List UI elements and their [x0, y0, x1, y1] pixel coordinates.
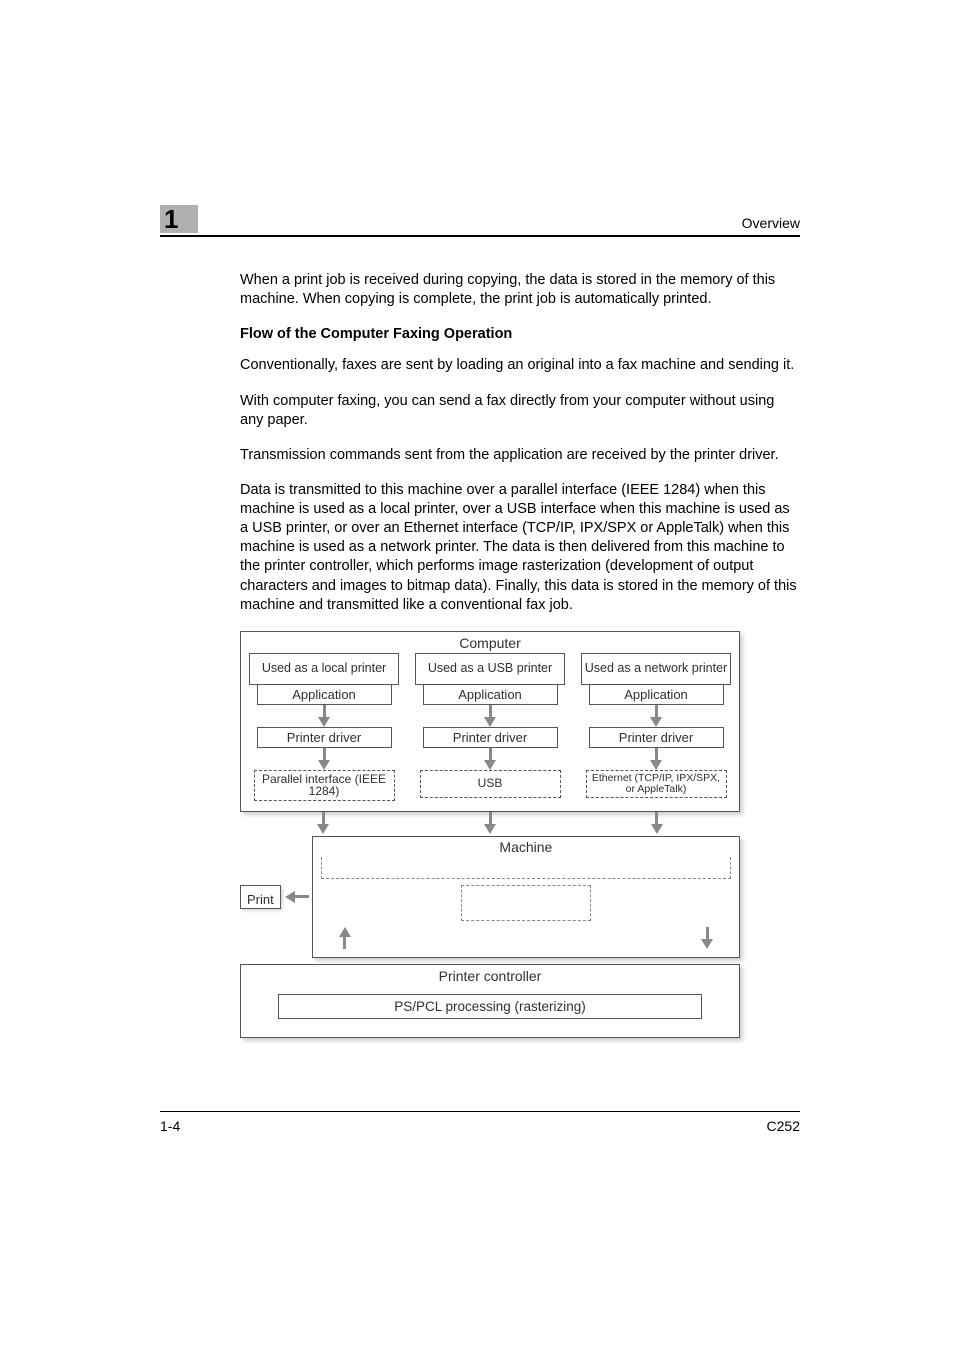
machine-dashed-rail: [321, 857, 731, 879]
col-usb-iface: USB: [420, 770, 561, 798]
paragraph-1: Conventionally, faxes are sent by loadin…: [240, 356, 800, 375]
controller-box: Printer controller PS/PCL processing (ra…: [240, 964, 740, 1038]
arrow-down-icon: [650, 760, 662, 770]
footer-page-number: 1-4: [160, 1118, 180, 1134]
arrow-down-icon: [651, 824, 663, 834]
chapter-number: 1: [164, 204, 178, 235]
arrow-down-icon: [318, 717, 330, 727]
arrow-down-icon: [484, 824, 496, 834]
controller-label: Printer controller: [249, 968, 731, 984]
col-usb-app: Application: [423, 684, 558, 705]
paragraph-3: Transmission commands sent from the appl…: [240, 446, 800, 465]
col-local-title: Used as a local printer: [249, 653, 399, 685]
controller-inner: PS/PCL processing (rasterizing): [278, 994, 702, 1019]
column-usb: Used as a USB printer Application Printe…: [415, 653, 565, 801]
page-header: 1 Overview: [160, 205, 800, 237]
arrow-up-icon: [339, 927, 351, 937]
paragraph-4: Data is transmitted to this machine over…: [240, 481, 800, 615]
arrow-down-icon: [317, 824, 329, 834]
section-heading: Flow of the Computer Faxing Operation: [240, 325, 800, 344]
arrow-left-icon: [285, 891, 295, 903]
col-net-app: Application: [589, 684, 724, 705]
arrow-down-icon: [650, 717, 662, 727]
col-local-app: Application: [257, 684, 392, 705]
col-usb-driver: Printer driver: [423, 727, 558, 748]
arrow-down-icon: [484, 760, 496, 770]
arrow-down-icon: [484, 717, 496, 727]
computer-box: Computer Used as a local printer Applica…: [240, 631, 740, 812]
intro-paragraph: When a print job is received during copy…: [240, 271, 800, 309]
flow-diagram: Computer Used as a local printer Applica…: [240, 631, 740, 1038]
col-net-driver: Printer driver: [589, 727, 724, 748]
footer-model: C252: [767, 1118, 800, 1134]
col-local-driver: Printer driver: [257, 727, 392, 748]
chapter-number-box: 1: [160, 205, 198, 233]
body-text: When a print job is received during copy…: [240, 271, 800, 615]
col-net-title: Used as a network printer: [581, 653, 731, 685]
col-net-iface: Ethernet (TCP/IP, IPX/SPX, or AppleTalk): [586, 770, 727, 798]
computer-label: Computer: [249, 635, 731, 651]
column-network: Used as a network printer Application Pr…: [581, 653, 731, 801]
arrow-down-icon: [701, 939, 713, 949]
col-usb-title: Used as a USB printer: [415, 653, 565, 685]
header-title: Overview: [742, 215, 800, 233]
column-local: Used as a local printer Application Prin…: [249, 653, 399, 801]
page-footer: 1-4 C252: [160, 1111, 800, 1134]
col-local-iface: Parallel interface (IEEE 1284): [254, 770, 395, 801]
print-box: Print: [240, 885, 281, 909]
machine-box: Machine: [312, 836, 740, 958]
machine-label: Machine: [319, 839, 733, 855]
machine-inner-dashed: [461, 885, 591, 921]
arrow-down-icon: [318, 760, 330, 770]
paragraph-2: With computer faxing, you can send a fax…: [240, 392, 800, 430]
